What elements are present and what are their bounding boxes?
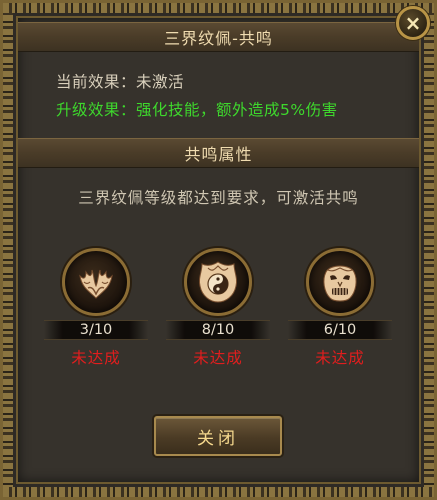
item-status: 未达成 [71, 349, 121, 367]
close-button[interactable]: 关闭 [154, 416, 282, 456]
section-header: 共鸣属性 [18, 138, 419, 168]
item-status: 未达成 [315, 349, 365, 367]
item-level: 8/10 [166, 320, 270, 340]
title-bar: 三界纹佩-共鸣 [18, 22, 419, 52]
item-medal[interactable] [62, 248, 130, 316]
current-effect-text: 当前效果：未激活 [56, 73, 185, 91]
resonance-item[interactable]: 8/10 未达成 [164, 248, 272, 368]
demon-mask-icon [323, 265, 357, 302]
close-icon[interactable]: × [396, 6, 430, 40]
item-medal[interactable] [184, 248, 252, 316]
item-medal[interactable] [306, 248, 374, 316]
item-status: 未达成 [193, 349, 243, 367]
resonance-item[interactable]: 3/10 未达成 [42, 248, 150, 368]
item-level: 3/10 [44, 320, 148, 340]
item-level: 6/10 [288, 320, 392, 340]
section-title: 共鸣属性 [184, 145, 253, 164]
upgrade-effect-text: 升级效果：强化技能，额外造成5%伤害 [56, 101, 338, 119]
yin-yang-icon [198, 261, 238, 303]
resonance-dialog: 三界纹佩-共鸣 当前效果：未激活 升级效果：强化技能，额外造成5%伤害 共鸣属性… [0, 0, 437, 500]
flame-wings-icon [79, 269, 113, 299]
resonance-item[interactable]: 6/10 未达成 [286, 248, 394, 368]
dialog-title: 三界纹佩-共鸣 [164, 29, 273, 48]
requirement-description: 三界纹佩等级都达到要求，可激活共鸣 [78, 189, 359, 207]
